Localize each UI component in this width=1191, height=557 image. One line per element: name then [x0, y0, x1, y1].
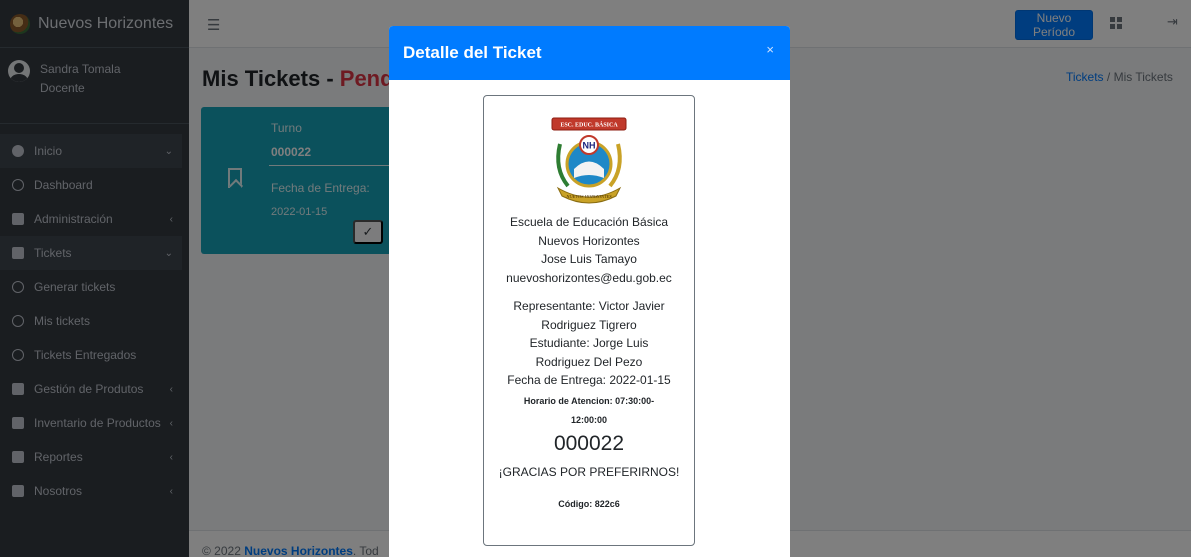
horario-line1: Horario de Atencion: 07:30:00-	[523, 395, 655, 406]
representante-line2: Rodriguez Tigrero	[541, 317, 637, 332]
close-icon[interactable]: ×	[766, 42, 774, 57]
fecha-entrega: Fecha de Entrega: 2022-01-15	[507, 373, 671, 387]
horario-line2: 12:00:00	[570, 414, 608, 425]
school-email: nuevoshorizontes@edu.gob.ec	[506, 270, 672, 285]
school-name-line2: Nuevos Horizontes	[538, 233, 640, 248]
ticket-detail-modal: Detalle del Ticket × ESC. EDUC. BÁSICA N…	[389, 26, 790, 557]
school-logo: ESC. EDUC. BÁSICA NH NUEVOS HORIZONTES	[551, 117, 627, 204]
estudiante-line1: Estudiante: Jorge Luis	[529, 336, 649, 350]
ticket-code: Código: 822c6	[558, 499, 620, 509]
ticket-receipt: ESC. EDUC. BÁSICA NH NUEVOS HORIZONTES E…	[483, 95, 695, 546]
school-person: Jose Luis Tamayo	[541, 252, 637, 266]
svg-text:NH: NH	[583, 141, 596, 151]
estudiante-line2: Rodriguez Del Pezo	[535, 354, 643, 369]
svg-text:ESC. EDUC. BÁSICA: ESC. EDUC. BÁSICA	[560, 121, 618, 129]
school-name-line1: Escuela de Educación Básica	[509, 215, 669, 229]
modal-title: Detalle del Ticket	[403, 43, 542, 62]
thanks-message: ¡GRACIAS POR PREFERIRNOS!	[498, 464, 680, 479]
representante-line1: Representante: Victor Javier	[513, 299, 665, 313]
ticket-details: Escuela de Educación Básica Nuevos Horiz…	[484, 213, 694, 514]
svg-text:NUEVOS HORIZONTES: NUEVOS HORIZONTES	[565, 194, 612, 199]
modal-header: Detalle del Ticket ×	[389, 26, 790, 80]
ticket-number: 000022	[553, 431, 625, 455]
